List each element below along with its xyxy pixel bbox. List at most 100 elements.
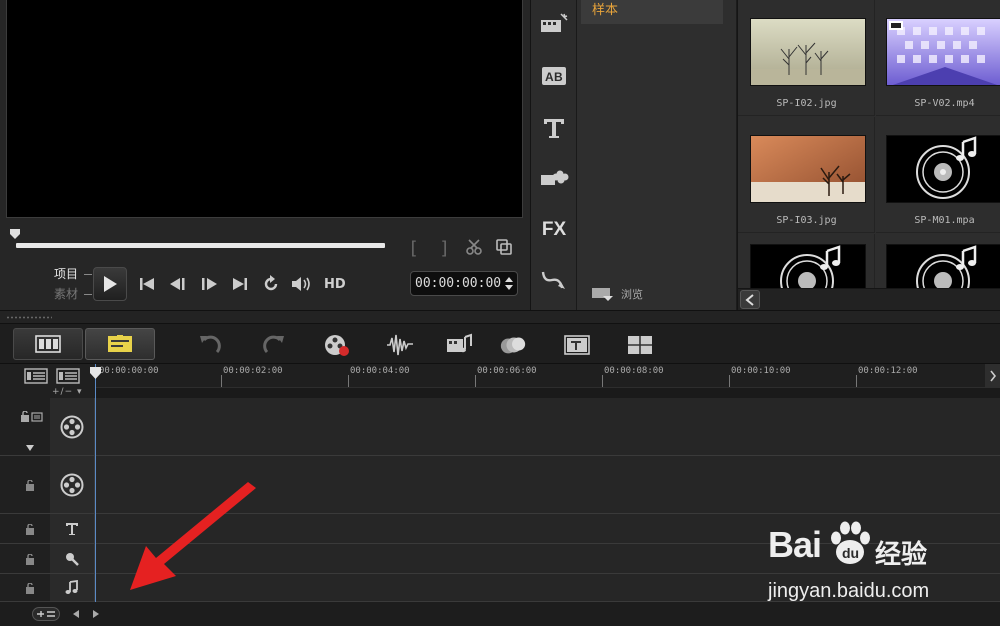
media-film-icon (541, 13, 568, 32)
watermark-logo-text: Bai (768, 524, 822, 565)
mark-out-button[interactable]: ] (435, 238, 453, 261)
folder-sample[interactable]: 样本 (581, 0, 723, 24)
video-track (0, 398, 1000, 456)
mode-project-label[interactable]: 项目 (54, 264, 78, 284)
music-track-header[interactable] (50, 574, 95, 601)
sound-mixer-button[interactable] (386, 332, 414, 358)
timecode-display[interactable]: 00:00:00:00 (410, 271, 518, 296)
redo-icon (263, 335, 284, 354)
panel-splitter[interactable] (0, 310, 1000, 324)
lock-icon[interactable] (25, 524, 35, 535)
scrub-handle[interactable] (9, 228, 21, 240)
grid-layout-icon (628, 336, 652, 354)
undo-button[interactable] (196, 332, 224, 358)
fit-project-icon (37, 611, 55, 617)
video-editor-window: [ ] 项目 素材 HD 00:00:00:00 A B FX 样本 浏览 SP… (0, 0, 1000, 626)
overlay-track-header[interactable] (50, 456, 95, 513)
playback-controls: HD (136, 274, 346, 294)
storyboard-view-button[interactable] (13, 328, 83, 360)
playhead-line[interactable] (95, 364, 96, 602)
previous-frame-button[interactable] (167, 274, 189, 294)
library-scroll-bar[interactable] (738, 288, 1000, 310)
mode-clip-label[interactable]: 素材 (54, 284, 78, 304)
thumbnail-caption: SP-I02.jpg (776, 98, 837, 109)
scrub-bar[interactable] (16, 243, 385, 248)
library-item[interactable]: SP-M01.mpa (876, 117, 1000, 233)
play-button[interactable] (93, 267, 127, 301)
path-category-button[interactable] (538, 264, 570, 296)
expand-tracks-icon[interactable] (25, 444, 35, 452)
play-icon (104, 276, 117, 292)
skip-start-icon (140, 278, 154, 290)
subtitle-editor-button[interactable] (563, 332, 591, 358)
timecode-spinner-icon[interactable] (504, 275, 514, 292)
microphone-icon (66, 552, 79, 566)
playhead-handle[interactable] (89, 366, 102, 380)
title-t-icon (66, 522, 78, 535)
audio-disc-icon (916, 136, 977, 199)
multi-camera-button[interactable] (626, 332, 654, 358)
paw-logo-icon: du (831, 521, 870, 564)
scroll-timeline-left-button[interactable] (71, 607, 81, 621)
play-mode-switch[interactable]: 项目 素材 (54, 264, 78, 304)
mark-in-button[interactable]: [ (405, 238, 423, 261)
browse-button[interactable]: 浏览 (591, 286, 643, 302)
time-ruler[interactable]: 00:00:00:00 00:00:02:00 00:00:04:00 00:0… (95, 364, 1000, 388)
browse-label: 浏览 (621, 288, 643, 301)
ruler-tick (221, 375, 222, 387)
ruler-scroll-right-button[interactable] (985, 364, 1000, 388)
repeat-button[interactable] (260, 274, 282, 294)
ruler-label: 00:00:00:00 (99, 366, 159, 376)
next-frame-button[interactable] (198, 274, 220, 294)
title-track-header[interactable] (50, 514, 95, 543)
step-forward-icon (202, 278, 217, 290)
lock-icon[interactable] (25, 583, 35, 594)
triangle-left-icon (73, 610, 79, 618)
volume-button[interactable] (291, 274, 313, 294)
lock-icon[interactable] (25, 480, 35, 491)
go-to-end-button[interactable] (229, 274, 251, 294)
track-manager-icon[interactable] (24, 368, 48, 384)
media-category-button[interactable] (538, 8, 570, 40)
folder-icon (592, 288, 613, 301)
audio-wave-icon (387, 334, 413, 356)
record-reel-icon (325, 335, 349, 356)
redo-button[interactable] (260, 332, 288, 358)
video-track-lane[interactable] (95, 398, 1000, 455)
music-note-icon (65, 579, 78, 594)
fit-timeline-button[interactable] (32, 607, 60, 621)
transition-category-button[interactable]: AB (538, 60, 570, 92)
preview-screen[interactable] (6, 0, 523, 218)
scroll-left-button[interactable] (740, 290, 760, 309)
split-clip-icon[interactable] (465, 238, 483, 261)
library-item[interactable]: SP-V02.mp4 (876, 0, 1000, 116)
title-category-button[interactable] (538, 112, 570, 144)
timeline-view-button[interactable] (85, 328, 155, 360)
filter-category-button[interactable]: FX (538, 214, 570, 246)
motion-tracking-button[interactable] (499, 332, 527, 358)
library-item[interactable]: SP-I02.jpg (738, 0, 875, 116)
video-track-header[interactable] (50, 398, 95, 455)
library-item[interactable]: SP-I03.jpg (738, 117, 875, 233)
auto-music-button[interactable] (445, 332, 473, 358)
graphic-category-button[interactable] (538, 162, 570, 194)
scroll-timeline-right-button[interactable] (91, 607, 101, 621)
zoom-control[interactable]: +/− ▾ (52, 387, 83, 397)
library-category-bar: AB FX (530, 0, 576, 310)
go-to-start-button[interactable] (136, 274, 158, 294)
record-capture-button[interactable] (323, 332, 351, 358)
chapter-point-icon[interactable] (56, 368, 80, 384)
hd-preview-button[interactable]: HD (324, 277, 346, 292)
ruler-tick (602, 375, 603, 387)
thumbnail-caption: SP-M01.mpa (914, 215, 975, 226)
voice-track-header[interactable] (50, 544, 95, 573)
skip-end-icon (233, 278, 247, 290)
trim-controls: [ ] (405, 238, 513, 261)
enlarge-preview-icon[interactable] (495, 238, 513, 261)
lock-icon[interactable] (25, 554, 35, 565)
thumbnail-image (750, 18, 866, 86)
thumbnail-image (750, 135, 866, 203)
speaker-icon (292, 277, 310, 291)
timeline-top-tools (24, 368, 80, 384)
ripple-edit-lock-icon[interactable] (20, 411, 44, 423)
